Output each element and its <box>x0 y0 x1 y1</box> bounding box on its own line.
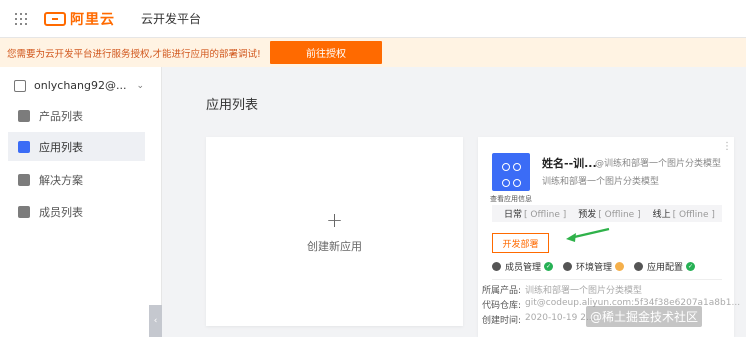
plus-icon: + <box>326 207 343 232</box>
aliyun-logo-icon <box>44 11 66 26</box>
env-daily: 日常[ Offline ] <box>504 210 567 220</box>
member-management-status[interactable]: 成员管理 ✓ <box>492 260 554 273</box>
aliyun-logo[interactable]: 阿里云 <box>44 9 115 29</box>
sidebar-item-label: 解决方案 <box>39 173 83 187</box>
environment-management-icon <box>563 261 573 271</box>
sidebar-item-label: 成员列表 <box>39 205 83 219</box>
divider <box>492 279 722 280</box>
top-bar: 阿里云 云开发平台 <box>0 0 746 38</box>
environment-management-status[interactable]: 环境管理 <box>563 260 625 273</box>
product-icon <box>18 109 30 122</box>
sidebar-collapse-handle[interactable]: ‹ <box>149 305 162 337</box>
account-icon <box>14 79 26 92</box>
app-name[interactable]: 姓名--训... <box>542 155 597 171</box>
meta-product: 所属产品: 训练和部署一个图片分类模型 <box>482 286 643 296</box>
authorization-banner: 您需要为云开发平台进行服务授权,才能进行应用的部署调试! 前往授权 <box>0 38 746 67</box>
check-icon: ✓ <box>544 261 554 271</box>
apps-grid-icon[interactable] <box>15 12 27 25</box>
app-config-status[interactable]: 应用配置 ✓ <box>634 260 696 273</box>
banner-message: 您需要为云开发平台进行服务授权,才能进行应用的部署调试! <box>7 48 261 60</box>
annotation-arrow-icon <box>566 227 610 242</box>
app-list-icon <box>18 140 30 153</box>
account-name: onlychang92@... <box>34 79 127 92</box>
sidebar-item-solutions[interactable]: 解决方案 <box>8 165 145 194</box>
app-description-inline: @训练和部署一个图片分类模型 <box>595 159 722 169</box>
chevron-down-icon: ⌄ <box>136 80 144 91</box>
warning-icon <box>615 261 625 271</box>
env-staging: 预发[ Offline ] <box>578 210 641 220</box>
sidebar-item-label: 产品列表 <box>39 109 83 123</box>
member-icon <box>18 205 30 218</box>
dev-deploy-button[interactable]: 开发部署 <box>492 233 549 253</box>
app-icon[interactable] <box>492 153 530 191</box>
create-app-label: 创建新应用 <box>307 239 362 253</box>
environment-status-bar: 日常[ Offline ] 预发[ Offline ] 线上[ Offline … <box>492 205 722 222</box>
platform-title: 云开发平台 <box>141 12 202 26</box>
app-config-icon <box>634 261 644 271</box>
create-app-card[interactable]: + 创建新应用 <box>206 137 463 326</box>
env-production: 线上[ Offline ] <box>652 210 715 220</box>
watermark: @稀土掘金技术社区 <box>586 306 703 327</box>
more-options-icon[interactable]: ⋮ <box>722 142 732 152</box>
sidebar-item-products[interactable]: 产品列表 <box>8 101 145 130</box>
solution-icon <box>18 173 30 186</box>
account-selector[interactable]: onlychang92@... ⌄ <box>14 79 144 92</box>
sidebar-item-label: 应用列表 <box>39 140 83 154</box>
page-title: 应用列表 <box>206 98 259 113</box>
view-app-info-link[interactable]: 查看应用信息 <box>490 194 532 204</box>
member-management-icon <box>492 261 501 271</box>
sidebar-item-apps[interactable]: 应用列表 <box>8 132 145 161</box>
meta-created-time: 创建时间: 2020-10-19 2... <box>482 313 595 326</box>
sidebar-item-members[interactable]: 成员列表 <box>8 197 145 226</box>
go-authorize-button[interactable]: 前往授权 <box>270 41 382 64</box>
app-description: 训练和部署一个图片分类模型 <box>542 177 660 187</box>
check-icon: ✓ <box>686 261 696 271</box>
app-status-row: 成员管理 ✓ 环境管理 应用配置 ✓ <box>492 259 722 273</box>
sidebar: onlychang92@... ⌄ 产品列表 应用列表 解决方案 成员列表 <box>0 67 162 337</box>
logo-text: 阿里云 <box>70 11 115 28</box>
